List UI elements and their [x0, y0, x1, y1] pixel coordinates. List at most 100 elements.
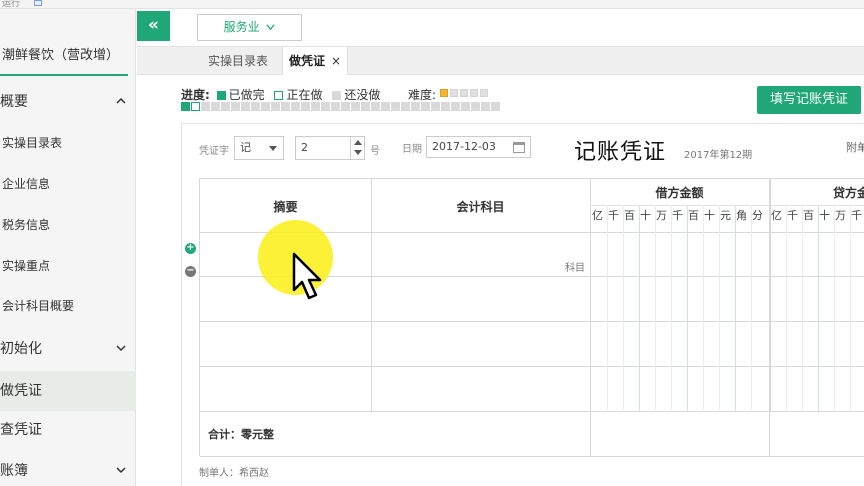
progress-cell[interactable]: [461, 102, 470, 111]
progress-cell[interactable]: [451, 102, 460, 111]
progress-cell[interactable]: [491, 102, 500, 111]
progress-cell[interactable]: [211, 102, 220, 111]
row-divider: [200, 321, 864, 322]
progress-cell[interactable]: [371, 102, 380, 111]
voucher-number-value: 2: [301, 141, 308, 154]
voucher-number-stepper[interactable]: 2: [295, 136, 365, 160]
debit-digit-label: 元: [720, 209, 731, 222]
digit-column-line: [671, 205, 672, 411]
progress-cell[interactable]: [281, 102, 290, 111]
progress-cell[interactable]: [271, 102, 280, 111]
digit-column-line: [607, 205, 608, 411]
sidebar-group-ledger[interactable]: 账簿: [0, 451, 136, 486]
difficulty-star-icon: [480, 89, 488, 97]
progress-cell[interactable]: [391, 102, 400, 111]
credit-digit-label: 百: [803, 209, 814, 222]
tab-make-voucher[interactable]: 做凭证 ×: [282, 47, 348, 75]
progress-cell[interactable]: [301, 102, 310, 111]
progress-legend: 进度: 已做完 正在做 还没做: [181, 86, 380, 103]
credit-digit-label: 千: [787, 209, 798, 222]
progress-cell[interactable]: [251, 102, 260, 111]
debit-digit-label: 百: [624, 209, 635, 222]
remove-row-icon[interactable]: −: [185, 266, 196, 277]
progress-cell[interactable]: [181, 102, 190, 111]
credit-digit-label: 万: [835, 209, 846, 222]
difficulty-star-icon: [460, 89, 468, 97]
chevron-up-icon: [116, 97, 126, 104]
difficulty-star-icon: [450, 89, 458, 97]
debit-digit-label: 百: [688, 209, 699, 222]
row-divider: [200, 366, 864, 367]
progress-cell[interactable]: [361, 102, 370, 111]
chevron-down-icon: [116, 467, 126, 474]
debit-digit-label: 千: [608, 209, 619, 222]
digit-column-line: [818, 205, 819, 411]
voucher-number-suffix: 号: [370, 146, 380, 157]
progress-cell[interactable]: [311, 102, 320, 111]
progress-cell[interactable]: [261, 102, 270, 111]
sidebar-item-key-points[interactable]: 实操重点: [0, 246, 136, 286]
todo-label: 还没做: [344, 88, 381, 102]
progress-cell[interactable]: [201, 102, 210, 111]
progress-cell[interactable]: [241, 102, 250, 111]
digit-column-line: [655, 205, 656, 411]
progress-cell[interactable]: [411, 102, 420, 111]
progress-cell[interactable]: [381, 102, 390, 111]
chevron-down-icon: [266, 24, 275, 31]
sidebar-group-overview[interactable]: 概要: [0, 82, 136, 122]
sidebar-group-init[interactable]: 初始化: [0, 329, 136, 369]
chevron-down-icon: [116, 345, 126, 352]
voucher-title: 记账凭证: [574, 140, 667, 165]
fill-voucher-button[interactable]: 填写记账凭证: [757, 86, 861, 114]
close-icon[interactable]: ×: [331, 54, 341, 68]
tabs-bar: 实操目录表 做凭证 ×: [137, 46, 864, 75]
sidebar-item-company-info[interactable]: 企业信息: [0, 164, 136, 204]
progress-cell[interactable]: [441, 102, 450, 111]
window-top-strip: 运行: [0, 0, 864, 9]
summary-header: 摘要: [273, 200, 298, 214]
credit-digit-label: 千: [851, 209, 862, 222]
voucher-type-label: 凭证字: [199, 146, 229, 157]
progress-cell[interactable]: [351, 102, 360, 111]
date-field[interactable]: 2017-12-03: [426, 136, 531, 158]
progress-cell[interactable]: [321, 102, 330, 111]
progress-cell[interactable]: [341, 102, 350, 111]
credit-header: 贷方金: [833, 186, 864, 200]
sidebar-item-make-voucher[interactable]: 做凭证: [0, 371, 136, 411]
debit-digit-label: 角: [736, 209, 747, 222]
top-strip-text: 运行: [2, 0, 21, 9]
debit-digit-label: 亿: [592, 209, 603, 222]
progress-cell[interactable]: [401, 102, 410, 111]
tab-catalog[interactable]: 实操目录表: [197, 47, 279, 75]
progress-cell[interactable]: [191, 102, 200, 111]
total-amount: 合计：零元整: [208, 428, 274, 441]
calendar-icon[interactable]: [513, 142, 525, 153]
digit-column-line: [751, 205, 752, 411]
digit-column-line: [687, 205, 688, 411]
progress-cell[interactable]: [221, 102, 230, 111]
progress-cell[interactable]: [481, 102, 490, 111]
voucher-type-select[interactable]: 记: [234, 136, 284, 160]
sidebar-item-catalog[interactable]: 实操目录表: [0, 123, 136, 163]
progress-cell[interactable]: [291, 102, 300, 111]
progress-cell[interactable]: [471, 102, 480, 111]
credit-digit-label: 十: [819, 209, 830, 222]
sidebar-item-tax-info[interactable]: 税务信息: [0, 205, 136, 245]
progress-cell[interactable]: [331, 102, 340, 111]
debit-digit-label: 分: [752, 209, 763, 222]
progress-cell[interactable]: [231, 102, 240, 111]
progress-cell[interactable]: [421, 102, 430, 111]
add-row-icon[interactable]: +: [185, 243, 196, 254]
company-name: 潮鲜餐饮（营改增）: [2, 48, 120, 63]
industry-dropdown[interactable]: 服务业: [197, 14, 302, 41]
stepper-arrows-icon[interactable]: [350, 137, 364, 159]
sidebar-item-view-voucher[interactable]: 查凭证: [0, 410, 136, 450]
digit-column-line: [703, 205, 704, 411]
done-label: 已做完: [228, 88, 265, 102]
sidebar-item-accounts-overview[interactable]: 会计科目概要: [0, 286, 136, 326]
sidebar-item-label: 做凭证: [0, 383, 42, 399]
debit-digit-label: 十: [640, 209, 651, 222]
collapse-sidebar-button[interactable]: «: [137, 11, 170, 41]
progress-label: 进度:: [181, 88, 210, 102]
progress-cell[interactable]: [431, 102, 440, 111]
